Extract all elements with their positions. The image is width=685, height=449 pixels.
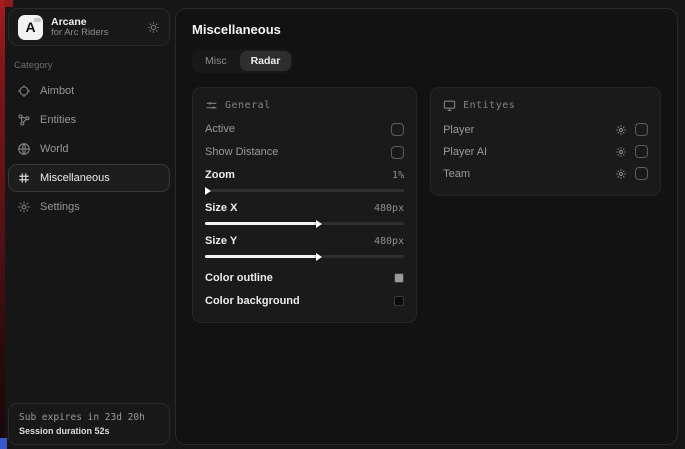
category-label: Category (14, 60, 170, 71)
sidebar-item-label: Entities (40, 114, 76, 126)
size-y-slider-thumb[interactable] (316, 253, 322, 261)
active-checkbox[interactable] (391, 123, 404, 136)
size-x-value: 480px (374, 203, 404, 214)
background-game-red-edge (0, 0, 5, 440)
sidebar-item-miscellaneous[interactable]: Miscellaneous (8, 164, 170, 192)
monitor-icon (443, 99, 456, 112)
team-label: Team (443, 168, 470, 180)
team-row: Team (443, 165, 648, 182)
active-row: Active (205, 121, 404, 137)
team-settings-icon[interactable] (615, 168, 627, 180)
show-distance-row: Show Distance (205, 144, 404, 160)
subscription-expiry: Sub expires in 23d 20h (19, 411, 159, 425)
sidebar-item-label: Settings (40, 201, 80, 213)
active-label: Active (205, 123, 235, 135)
size-x-slider-thumb[interactable] (316, 220, 322, 228)
main-panel: Miscellaneous Misc Radar General Active … (175, 8, 678, 445)
player-checkbox[interactable] (635, 123, 648, 136)
color-background-label: Color background (205, 295, 300, 307)
color-outline-label: Color outline (205, 272, 273, 284)
player-settings-icon[interactable] (615, 124, 627, 136)
sidebar-item-settings[interactable]: Settings (8, 193, 170, 221)
size-x-group: Size X 480px (205, 200, 404, 228)
size-y-value: 480px (374, 236, 404, 247)
globe-icon (17, 142, 31, 156)
team-checkbox[interactable] (635, 167, 648, 180)
size-y-label: Size Y (205, 235, 237, 247)
general-card: General Active Show Distance Zoom 1% (192, 87, 417, 323)
size-y-group: Size Y 480px (205, 233, 404, 261)
sidebar: A Arcane for Arc Riders Category Aimbot … (8, 8, 170, 445)
card-title: General (225, 100, 271, 111)
sidebar-item-entities[interactable]: Entities (8, 106, 170, 134)
show-distance-label: Show Distance (205, 146, 278, 158)
gear-icon (17, 200, 31, 214)
sidebar-item-aimbot[interactable]: Aimbot (8, 77, 170, 105)
player-row: Player (443, 121, 648, 138)
zoom-value: 1% (392, 170, 404, 181)
session-duration: Session duration 52s (19, 425, 159, 438)
sidebar-item-label: Aimbot (40, 85, 74, 97)
brand-card: A Arcane for Arc Riders (8, 8, 170, 46)
cards-container: General Active Show Distance Zoom 1% (192, 87, 661, 323)
tab-misc[interactable]: Misc (194, 51, 238, 71)
brand-title: Arcane (51, 16, 139, 28)
color-background-row: Color background (205, 293, 404, 309)
size-y-slider[interactable] (205, 252, 404, 261)
sidebar-item-world[interactable]: World (8, 135, 170, 163)
color-background-swatch[interactable] (394, 296, 404, 306)
page-title: Miscellaneous (192, 22, 661, 37)
player-ai-label: Player AI (443, 146, 487, 158)
logo-letter: A (25, 19, 35, 35)
player-ai-row: Player AI (443, 143, 648, 160)
player-ai-checkbox[interactable] (635, 145, 648, 158)
brand-settings-icon[interactable] (147, 21, 160, 34)
zoom-label: Zoom (205, 169, 235, 181)
player-label: Player (443, 124, 474, 136)
entities-card: Entityes Player Player AI (430, 87, 661, 196)
show-distance-checkbox[interactable] (391, 146, 404, 159)
brand-subtitle: for Arc Riders (51, 28, 139, 39)
zoom-group: Zoom 1% (205, 167, 404, 195)
sidebar-item-label: Miscellaneous (40, 172, 110, 184)
crosshair-icon (17, 84, 31, 98)
color-outline-swatch[interactable] (394, 273, 404, 283)
sidebar-nav: Aimbot Entities World Miscellaneous Sett… (8, 77, 170, 221)
zoom-slider[interactable] (205, 186, 404, 195)
card-title: Entityes (463, 100, 515, 111)
session-info-box: Sub expires in 23d 20h Session duration … (8, 403, 170, 445)
sliders-icon (205, 99, 218, 112)
player-ai-settings-icon[interactable] (615, 146, 627, 158)
entities-icon (17, 113, 31, 127)
size-x-label: Size X (205, 202, 237, 214)
color-outline-row: Color outline (205, 270, 404, 286)
grid-icon (17, 171, 31, 185)
size-x-slider[interactable] (205, 219, 404, 228)
background-game-blue-corner (0, 438, 7, 449)
app-logo: A (18, 15, 43, 40)
sidebar-item-label: World (40, 143, 69, 155)
zoom-slider-thumb[interactable] (205, 187, 211, 195)
tab-radar[interactable]: Radar (240, 51, 292, 71)
tab-bar: Misc Radar (192, 49, 293, 73)
